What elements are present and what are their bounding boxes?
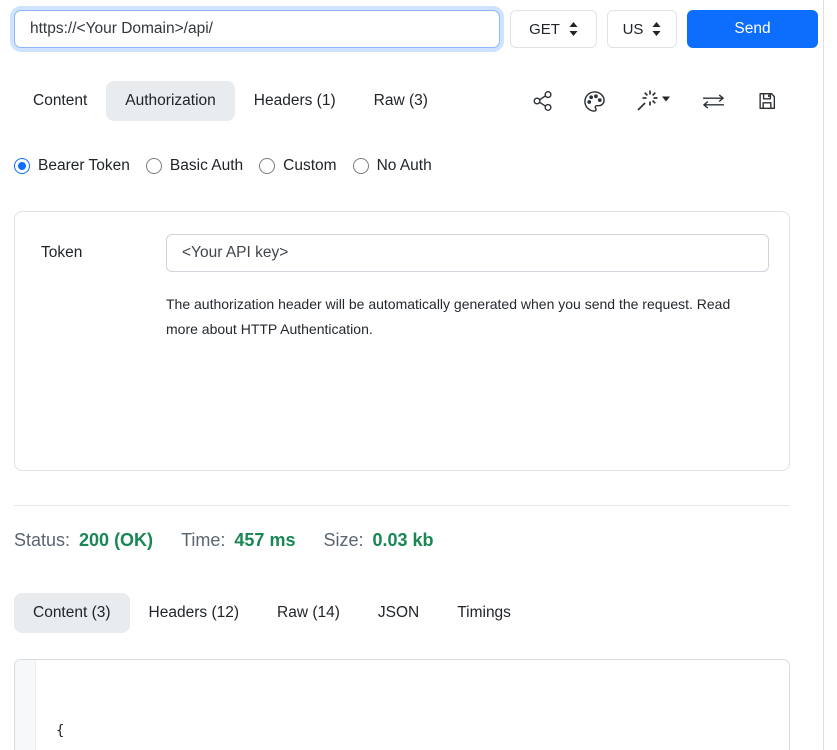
send-button[interactable]: Send xyxy=(687,10,818,48)
tab-content[interactable]: Content xyxy=(14,81,106,121)
auth-option-custom[interactable]: Custom xyxy=(259,157,336,175)
tab-response-content[interactable]: Content (3) xyxy=(14,593,130,633)
auth-type-options: Bearer Token Basic Auth Custom No Auth xyxy=(14,157,837,175)
response-status-row: Status: 200 (OK) Time: 457 ms Size: 0.03… xyxy=(14,530,837,551)
token-help-text: The authorization header will be automat… xyxy=(166,292,754,342)
time-item: Time: 457 ms xyxy=(181,530,295,551)
time-label: Time: xyxy=(181,530,225,551)
radio-unselected-icon xyxy=(259,158,275,174)
section-divider xyxy=(14,505,790,506)
share-icon[interactable] xyxy=(532,90,554,112)
bearer-token-panel: Token The authorization header will be a… xyxy=(14,211,790,471)
auth-option-label: Bearer Token xyxy=(38,157,130,175)
location-select[interactable]: US xyxy=(607,10,677,48)
auth-option-no-auth[interactable]: No Auth xyxy=(353,157,432,175)
tab-raw[interactable]: Raw (3) xyxy=(355,81,447,121)
tab-response-timings[interactable]: Timings xyxy=(438,593,530,633)
tab-authorization[interactable]: Authorization xyxy=(106,81,234,121)
tab-response-json[interactable]: JSON xyxy=(359,593,438,633)
radio-selected-icon xyxy=(14,158,30,174)
tab-response-headers[interactable]: Headers (12) xyxy=(130,593,258,633)
status-label: Status: xyxy=(14,530,70,551)
palette-icon[interactable] xyxy=(583,90,606,113)
location-select-value: US xyxy=(623,21,644,38)
status-code-item: Status: 200 (OK) xyxy=(14,530,153,551)
auth-option-label: No Auth xyxy=(377,157,432,175)
save-icon[interactable] xyxy=(756,90,778,112)
page-right-border xyxy=(823,0,824,750)
token-input[interactable] xyxy=(166,234,769,272)
status-value: 200 (OK) xyxy=(79,530,153,551)
size-value: 0.03 kb xyxy=(373,530,434,551)
updown-arrows-icon xyxy=(652,22,661,36)
radio-unselected-icon xyxy=(146,158,162,174)
auth-option-bearer-token[interactable]: Bearer Token xyxy=(14,157,130,175)
magic-wand-dropdown-icon[interactable] xyxy=(635,89,671,113)
response-tabs: Content (3) Headers (12) Raw (14) JSON T… xyxy=(14,593,790,633)
swap-icon[interactable] xyxy=(700,92,727,111)
code-gutter xyxy=(15,660,36,750)
auth-option-label: Custom xyxy=(283,157,336,175)
radio-unselected-icon xyxy=(353,158,369,174)
token-label: Token xyxy=(41,244,166,262)
time-value: 457 ms xyxy=(234,530,295,551)
request-bar: GET US Send xyxy=(14,10,837,48)
auth-option-basic-auth[interactable]: Basic Auth xyxy=(146,157,243,175)
size-item: Size: 0.03 kb xyxy=(323,530,433,551)
size-label: Size: xyxy=(323,530,363,551)
updown-arrows-icon xyxy=(569,22,578,36)
api-client-page: GET US Send Content Authorization Header… xyxy=(0,0,837,750)
token-row: Token xyxy=(41,234,789,272)
request-tabs: Content Authorization Headers (1) Raw (3… xyxy=(14,81,790,121)
auth-option-label: Basic Auth xyxy=(170,157,243,175)
code-line: { xyxy=(56,719,301,744)
tab-headers[interactable]: Headers (1) xyxy=(235,81,355,121)
tab-response-raw[interactable]: Raw (14) xyxy=(258,593,359,633)
request-toolbar xyxy=(532,89,778,113)
url-input[interactable] xyxy=(14,10,500,48)
response-body-viewer: { "message": "API running." } xyxy=(14,659,790,750)
response-json-code: { "message": "API running." } xyxy=(36,660,301,750)
method-select[interactable]: GET xyxy=(510,10,597,48)
method-select-value: GET xyxy=(529,21,560,38)
